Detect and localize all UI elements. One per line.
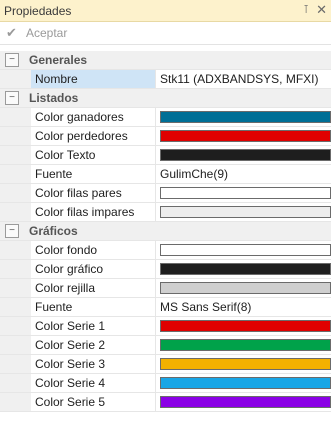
color-swatch[interactable] bbox=[160, 111, 331, 123]
property-row[interactable]: Color filas pares bbox=[0, 184, 331, 203]
property-grid: − Generales Nombre Stk11 (ADXBANDSYS, MFXI)… bbox=[0, 51, 331, 412]
row-gutter bbox=[0, 70, 31, 88]
property-row[interactable]: Nombre Stk11 (ADXBANDSYS, MFXI) bbox=[0, 70, 331, 89]
property-label: Color Serie 3 bbox=[31, 355, 156, 373]
property-label: Color Serie 1 bbox=[31, 317, 156, 335]
property-row[interactable]: Color Serie 4 bbox=[0, 374, 331, 393]
property-value[interactable]: GulimChe(9) bbox=[156, 165, 331, 183]
property-value[interactable] bbox=[156, 317, 331, 335]
category-header[interactable]: − Generales bbox=[0, 51, 331, 70]
category-name: Gráficos bbox=[29, 224, 78, 238]
row-gutter bbox=[0, 393, 31, 411]
panel-titlebar: Propiedades ⊺ ✕ bbox=[0, 0, 331, 22]
property-row[interactable]: Color Serie 1 bbox=[0, 317, 331, 336]
row-gutter bbox=[0, 336, 31, 354]
property-value[interactable] bbox=[156, 355, 331, 373]
property-row[interactable]: Color Serie 3 bbox=[0, 355, 331, 374]
pin-icon[interactable]: ⊺ bbox=[303, 3, 309, 16]
property-label: Color filas pares bbox=[31, 184, 156, 202]
property-value[interactable] bbox=[156, 279, 331, 297]
row-gutter bbox=[0, 241, 31, 259]
row-gutter bbox=[0, 260, 31, 278]
property-row[interactable]: Color Serie 2 bbox=[0, 336, 331, 355]
row-gutter bbox=[0, 298, 31, 316]
property-value[interactable] bbox=[156, 260, 331, 278]
color-swatch[interactable] bbox=[160, 206, 331, 218]
property-value[interactable] bbox=[156, 241, 331, 259]
row-gutter bbox=[0, 165, 31, 183]
color-swatch[interactable] bbox=[160, 396, 331, 408]
color-swatch[interactable] bbox=[160, 377, 331, 389]
property-row[interactable]: Color filas impares bbox=[0, 203, 331, 222]
color-swatch[interactable] bbox=[160, 282, 331, 294]
property-label: Color Serie 4 bbox=[31, 374, 156, 392]
color-swatch[interactable] bbox=[160, 187, 331, 199]
row-gutter bbox=[0, 317, 31, 335]
color-swatch[interactable] bbox=[160, 149, 331, 161]
property-label: Color Serie 5 bbox=[31, 393, 156, 411]
category-header[interactable]: − Listados bbox=[0, 89, 331, 108]
property-label: Color gráfico bbox=[31, 260, 156, 278]
close-icon[interactable]: ✕ bbox=[316, 2, 327, 18]
collapse-icon[interactable]: − bbox=[5, 224, 19, 238]
property-label: Nombre bbox=[31, 70, 156, 88]
property-label: Color ganadores bbox=[31, 108, 156, 126]
check-icon: ✔ bbox=[6, 25, 17, 40]
property-label: Color Serie 2 bbox=[31, 336, 156, 354]
property-label: Fuente bbox=[31, 165, 156, 183]
property-row[interactable]: Color Serie 5 bbox=[0, 393, 331, 412]
row-gutter bbox=[0, 146, 31, 164]
property-value[interactable]: MS Sans Serif(8) bbox=[156, 298, 331, 316]
accept-button[interactable]: Aceptar bbox=[26, 26, 67, 40]
row-gutter bbox=[0, 279, 31, 297]
property-row[interactable]: Color ganadores bbox=[0, 108, 331, 127]
property-label: Color filas impares bbox=[31, 203, 156, 221]
property-label: Fuente bbox=[31, 298, 156, 316]
property-label: Color rejilla bbox=[31, 279, 156, 297]
property-value[interactable] bbox=[156, 336, 331, 354]
property-row[interactable]: Color gráfico bbox=[0, 260, 331, 279]
property-value[interactable] bbox=[156, 393, 331, 411]
toolbar: ✔ Aceptar bbox=[0, 22, 331, 45]
color-swatch[interactable] bbox=[160, 358, 331, 370]
row-gutter bbox=[0, 355, 31, 373]
property-value[interactable] bbox=[156, 203, 331, 221]
property-row[interactable]: Color rejilla bbox=[0, 279, 331, 298]
row-gutter bbox=[0, 203, 31, 221]
row-gutter bbox=[0, 374, 31, 392]
collapse-icon[interactable]: − bbox=[5, 91, 19, 105]
row-gutter bbox=[0, 108, 31, 126]
property-label: Color perdedores bbox=[31, 127, 156, 145]
property-row[interactable]: Fuente GulimChe(9) bbox=[0, 165, 331, 184]
property-value[interactable] bbox=[156, 184, 331, 202]
color-swatch[interactable] bbox=[160, 320, 331, 332]
collapse-icon[interactable]: − bbox=[5, 53, 19, 67]
color-swatch[interactable] bbox=[160, 263, 331, 275]
property-value[interactable]: Stk11 (ADXBANDSYS, MFXI) bbox=[156, 70, 331, 88]
category-name: Listados bbox=[29, 91, 79, 105]
properties-panel: Propiedades ⊺ ✕ ✔ Aceptar − Generales Nomb… bbox=[0, 0, 331, 434]
property-label: Color fondo bbox=[31, 241, 156, 259]
category-name: Generales bbox=[29, 53, 88, 67]
row-gutter bbox=[0, 184, 31, 202]
property-value[interactable] bbox=[156, 108, 331, 126]
property-label: Color Texto bbox=[31, 146, 156, 164]
property-row[interactable]: Color Texto bbox=[0, 146, 331, 165]
color-swatch[interactable] bbox=[160, 130, 331, 142]
property-row[interactable]: Fuente MS Sans Serif(8) bbox=[0, 298, 331, 317]
property-value[interactable] bbox=[156, 127, 331, 145]
property-row[interactable]: Color perdedores bbox=[0, 127, 331, 146]
row-gutter bbox=[0, 127, 31, 145]
color-swatch[interactable] bbox=[160, 339, 331, 351]
color-swatch[interactable] bbox=[160, 244, 331, 256]
category-header[interactable]: − Gráficos bbox=[0, 222, 331, 241]
property-row[interactable]: Color fondo bbox=[0, 241, 331, 260]
panel-title: Propiedades bbox=[4, 3, 72, 18]
property-value[interactable] bbox=[156, 146, 331, 164]
property-value[interactable] bbox=[156, 374, 331, 392]
